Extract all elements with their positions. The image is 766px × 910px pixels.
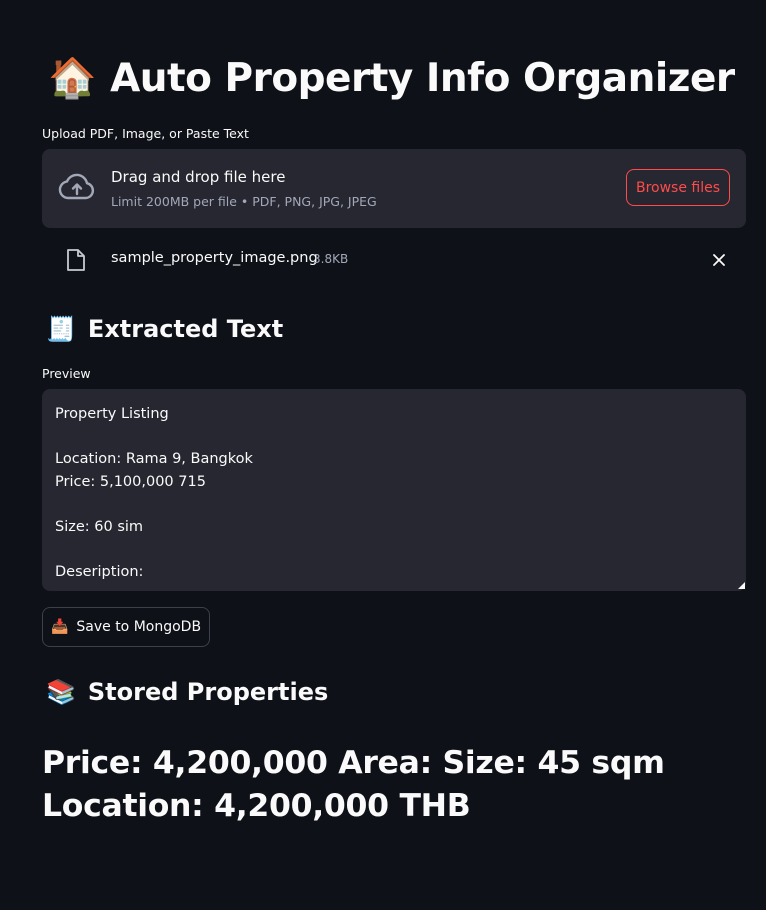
stored-property-entry: Price: 4,200,000 Area: Size: 45 sqm Loca… <box>42 745 665 824</box>
uploaded-file-item: sample_property_image.png 3.8KB <box>42 241 746 279</box>
uploaded-file-name: sample_property_image.png <box>111 250 318 266</box>
uploaded-file-size: 3.8KB <box>313 252 349 266</box>
stored-properties-heading-text: Stored Properties <box>87 678 329 706</box>
cloud-upload-icon <box>58 173 95 200</box>
house-icon: 🏠 <box>48 56 97 101</box>
preview-label: Preview <box>42 366 91 381</box>
file-dropzone[interactable]: Drag and drop file here Limit 200MB per … <box>42 149 746 228</box>
extracted-text-heading: 🧾 Extracted Text <box>46 312 283 346</box>
save-button-label: Save to MongoDB <box>76 619 202 635</box>
inbox-tray-icon: 📥 <box>50 619 69 635</box>
dropzone-limit-text: Limit 200MB per file • PDF, PNG, JPG, JP… <box>111 194 377 209</box>
receipt-icon: 🧾 <box>46 315 76 343</box>
app-root: 🏠 Auto Property Info Organizer Upload PD… <box>0 0 766 910</box>
page-title: 🏠 Auto Property Info Organizer <box>48 52 735 104</box>
preview-textarea[interactable]: Property Listing Location: Rama 9, Bangk… <box>42 389 746 591</box>
books-icon: 📚 <box>46 678 76 706</box>
file-icon <box>67 249 85 271</box>
uploader-label: Upload PDF, Image, or Paste Text <box>42 126 249 141</box>
page-title-text: Auto Property Info Organizer <box>110 55 735 101</box>
dropzone-instructions: Drag and drop file here <box>111 168 286 186</box>
save-to-mongodb-button[interactable]: 📥 Save to MongoDB <box>42 607 210 647</box>
extracted-text-heading-text: Extracted Text <box>87 315 284 343</box>
close-icon[interactable] <box>711 252 727 268</box>
browse-files-button[interactable]: Browse files <box>626 169 730 206</box>
stored-properties-heading: 📚 Stored Properties <box>46 675 328 709</box>
resize-handle-icon[interactable] <box>738 582 745 589</box>
